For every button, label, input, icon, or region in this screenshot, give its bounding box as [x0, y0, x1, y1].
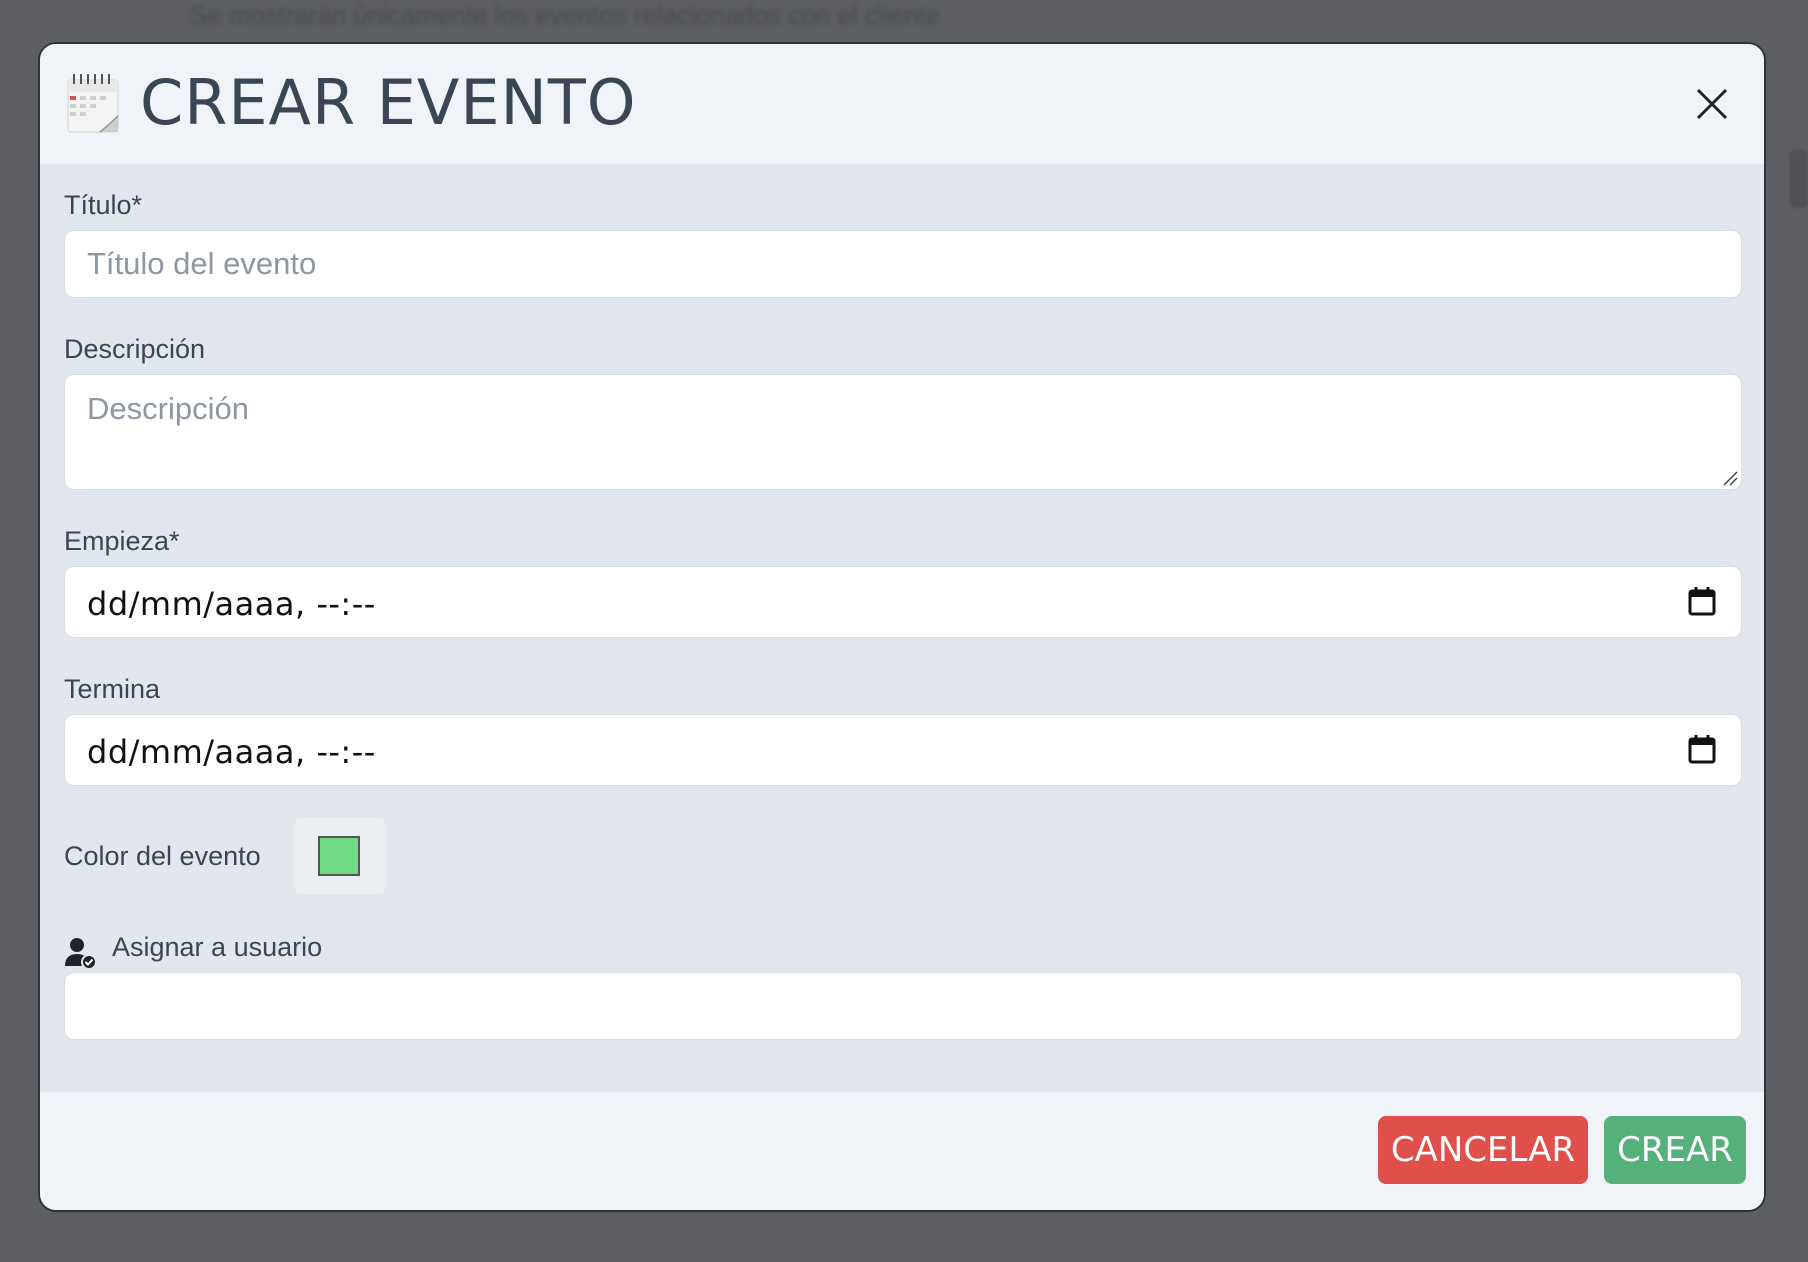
modal-footer: CANCELAR CREAR — [40, 1092, 1764, 1210]
background-text: Se mostrarán únicamente los eventos rela… — [190, 0, 941, 30]
description-label: Descripción — [64, 334, 206, 364]
description-wrapper — [64, 374, 1742, 490]
cancel-button[interactable]: CANCELAR — [1378, 1116, 1588, 1184]
calendar-icon[interactable] — [1687, 585, 1717, 617]
title-input[interactable] — [64, 230, 1742, 298]
assign-user-label: Asignar a usuario — [112, 932, 323, 962]
calendar-icon — [67, 74, 119, 133]
user-check-icon — [65, 938, 97, 970]
color-picker[interactable] — [294, 818, 386, 894]
color-label: Color del evento — [64, 841, 261, 871]
create-event-modal: CREAR EVENTO Título* Descripción Empieza… — [38, 42, 1766, 1212]
close-icon[interactable] — [1692, 84, 1732, 124]
color-swatch[interactable] — [318, 836, 360, 876]
end-datetime-input[interactable]: dd/mm/aaaa, --:-- — [64, 714, 1742, 786]
modal-title: CREAR EVENTO — [140, 66, 637, 139]
background-element — [1790, 150, 1808, 208]
end-datetime-value: dd/mm/aaaa, --:-- — [87, 733, 376, 771]
description-textarea[interactable] — [64, 374, 1742, 490]
start-label: Empieza* — [64, 526, 180, 556]
assign-user-input[interactable] — [64, 972, 1742, 1040]
create-button[interactable]: CREAR — [1604, 1116, 1746, 1184]
start-datetime-value: dd/mm/aaaa, --:-- — [87, 585, 376, 623]
calendar-icon[interactable] — [1687, 733, 1717, 765]
start-datetime-input[interactable]: dd/mm/aaaa, --:-- — [64, 566, 1742, 638]
resize-handle-icon[interactable] — [1722, 470, 1738, 486]
title-label: Título* — [64, 190, 143, 220]
modal-header: CREAR EVENTO — [40, 44, 1764, 164]
end-label: Termina — [64, 674, 161, 704]
